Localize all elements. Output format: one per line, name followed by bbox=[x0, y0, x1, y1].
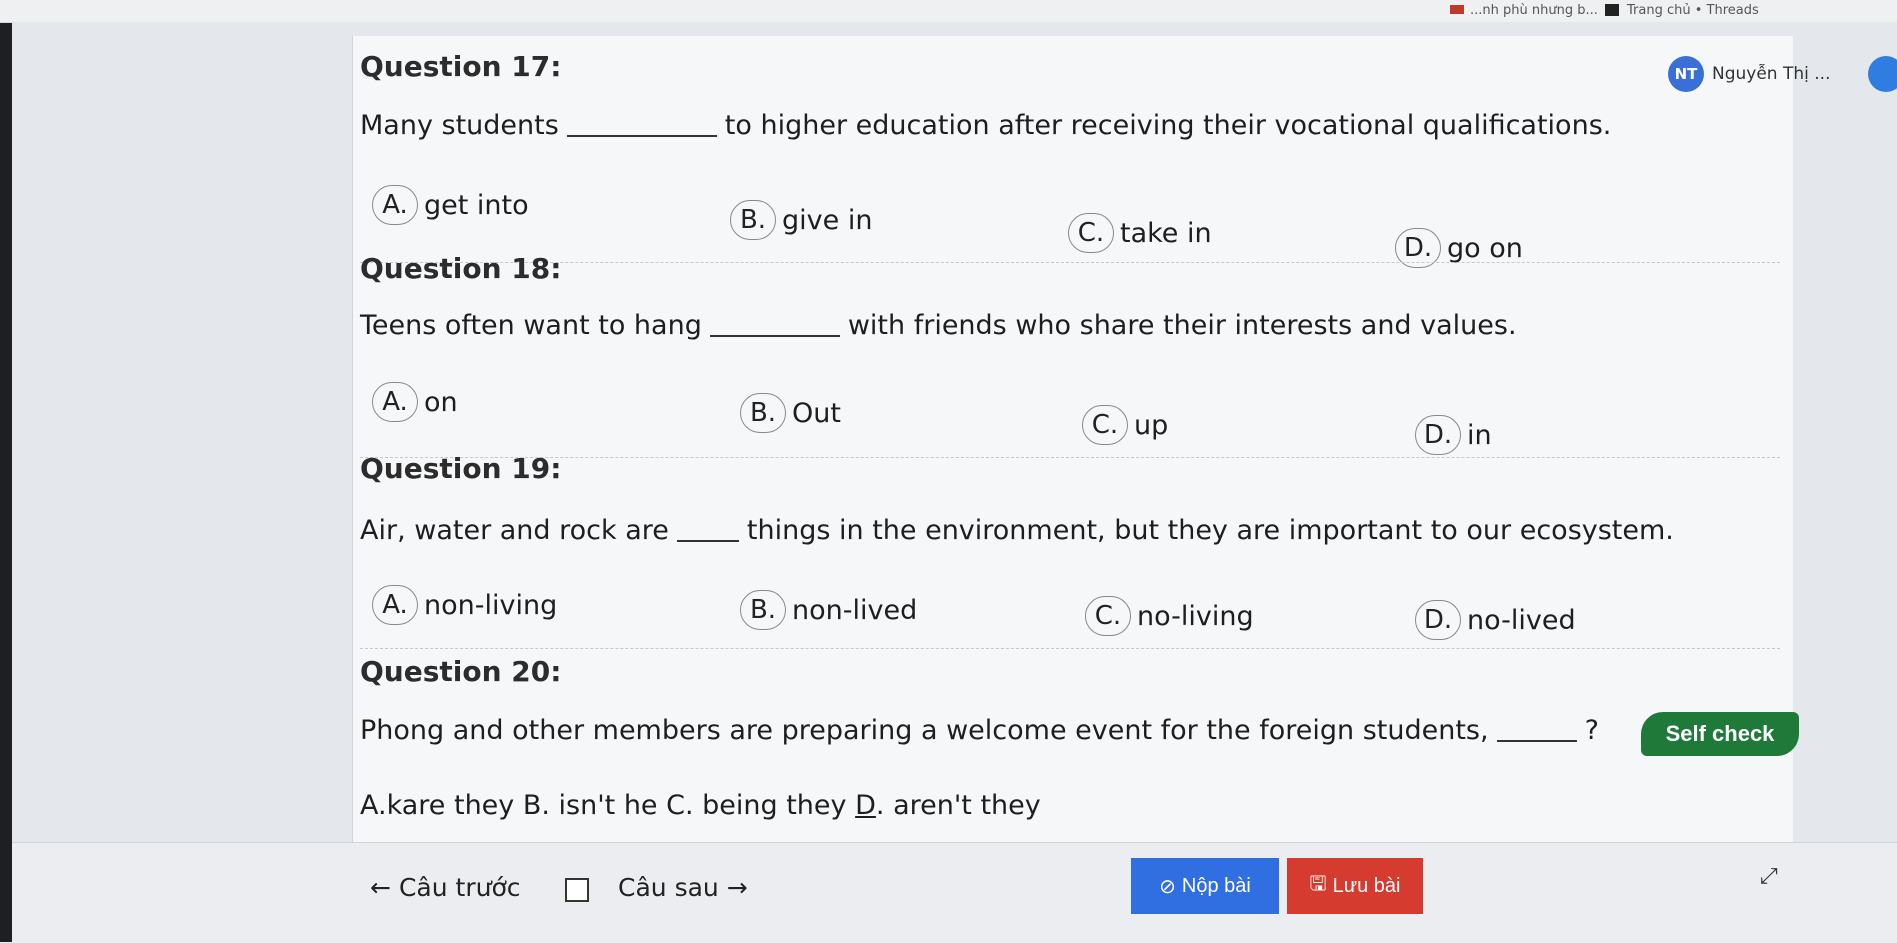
answer-blank bbox=[709, 335, 840, 337]
option-18-d[interactable]: D. in bbox=[1415, 415, 1492, 455]
save-button[interactable]: 🖫 Lưu bài bbox=[1287, 858, 1423, 914]
question-text-18: Teens often want to hang with friends who… bbox=[360, 310, 1517, 341]
user-name: Nguyễn Thị ... bbox=[1712, 64, 1831, 84]
expand-icon[interactable]: ⤢ bbox=[1760, 864, 1778, 889]
option-17-a[interactable]: A. get into bbox=[372, 185, 529, 225]
avatar: NT bbox=[1668, 56, 1704, 92]
option-letter: C. bbox=[1082, 405, 1128, 445]
question-title-19: Question 19: bbox=[360, 452, 562, 485]
option-letter: D. bbox=[1415, 415, 1461, 455]
option-18-b[interactable]: B. Out bbox=[740, 393, 841, 433]
browser-tab-bar: ...nh phù nhưng b... Trang chủ • Threads bbox=[0, 0, 1897, 23]
previous-question-button[interactable]: ← Câu trước bbox=[370, 873, 521, 902]
question-text-17: Many students to higher education after r… bbox=[360, 110, 1612, 141]
browser-tab[interactable]: ...nh phù nhưng b... bbox=[1450, 3, 1598, 18]
option-letter: C. bbox=[1068, 213, 1114, 253]
next-question-button[interactable]: Câu sau → bbox=[618, 873, 748, 902]
answer-blank bbox=[566, 135, 717, 137]
question-text-20: Phong and other members are preparing a … bbox=[360, 715, 1599, 746]
arrow-left-icon: ← bbox=[370, 873, 391, 902]
option-letter: B. bbox=[740, 590, 786, 630]
check-circle-icon: ⊘ bbox=[1159, 875, 1176, 898]
browser-tab-threads[interactable]: Trang chủ • Threads bbox=[1605, 3, 1759, 18]
option-letter: A. bbox=[372, 185, 418, 225]
question-title-17: Question 17: bbox=[360, 50, 562, 83]
divider bbox=[360, 457, 1780, 458]
threads-icon bbox=[1605, 4, 1619, 16]
option-19-a[interactable]: A. non-living bbox=[372, 585, 557, 625]
option-letter: A. bbox=[372, 382, 418, 422]
question-title-20: Question 20: bbox=[360, 655, 562, 688]
option-18-a[interactable]: A. on bbox=[372, 382, 458, 422]
option-letter: A. bbox=[372, 585, 418, 625]
option-letter: D. bbox=[1415, 600, 1461, 640]
option-19-b[interactable]: B. non-lived bbox=[740, 590, 917, 630]
option-18-c[interactable]: C. up bbox=[1082, 405, 1168, 445]
save-icon: 🖫 bbox=[1309, 873, 1327, 895]
bookmark-checkbox[interactable] bbox=[565, 878, 589, 902]
option-letter: C. bbox=[1085, 596, 1131, 636]
notification-icon[interactable] bbox=[1868, 56, 1897, 92]
option-19-c[interactable]: C. no-living bbox=[1085, 596, 1254, 636]
user-profile[interactable]: NT Nguyễn Thị ... bbox=[1668, 56, 1830, 92]
divider bbox=[360, 262, 1780, 263]
option-17-c[interactable]: C. take in bbox=[1068, 213, 1212, 253]
answer-blank bbox=[1496, 740, 1577, 742]
option-letter: B. bbox=[730, 200, 776, 240]
question-text-19: Air, water and rock are things in the env… bbox=[360, 515, 1674, 546]
tab-favicon-icon bbox=[1450, 5, 1464, 14]
self-check-button[interactable]: Self check bbox=[1641, 712, 1799, 756]
question-title-18: Question 18: bbox=[360, 252, 562, 285]
option-19-d[interactable]: D. no-lived bbox=[1415, 600, 1576, 640]
screen-bezel bbox=[0, 0, 12, 942]
answer-options-20: A.kare they B. isn't he C. being they D.… bbox=[360, 790, 1041, 821]
arrow-right-icon: → bbox=[726, 873, 748, 902]
divider bbox=[360, 648, 1780, 649]
option-letter: B. bbox=[740, 393, 786, 433]
option-17-b[interactable]: B. give in bbox=[730, 200, 872, 240]
submit-button[interactable]: ⊘ Nộp bài bbox=[1131, 858, 1279, 914]
footer-bar bbox=[12, 842, 1897, 943]
answer-blank bbox=[676, 540, 739, 542]
